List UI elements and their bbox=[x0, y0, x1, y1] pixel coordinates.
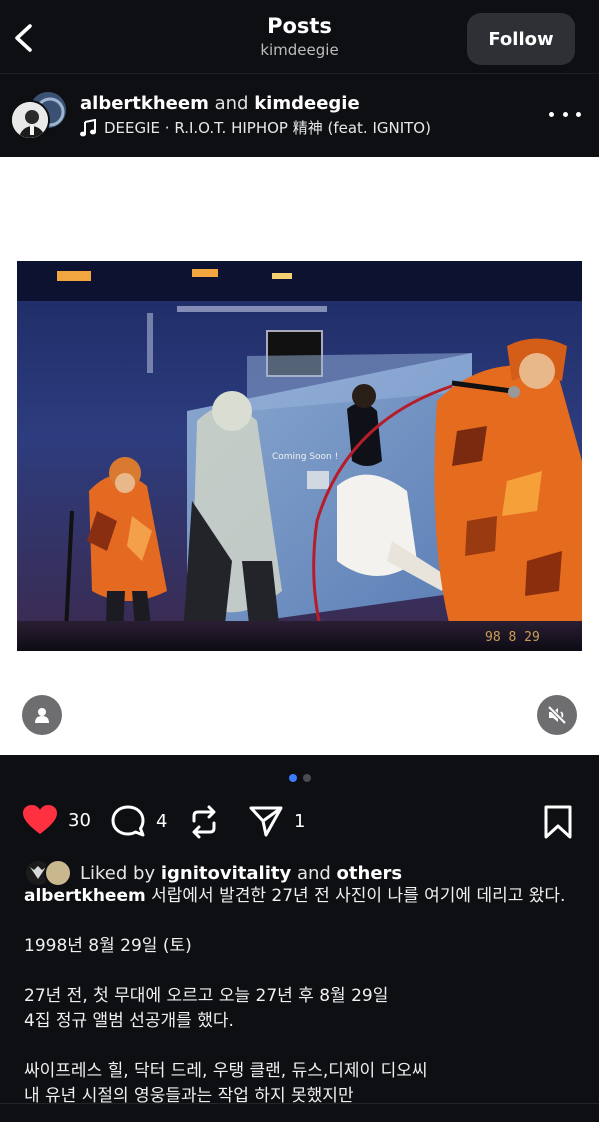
tagged-users-button[interactable] bbox=[22, 695, 62, 735]
liked-by-join: and bbox=[296, 862, 331, 884]
avatar-primary bbox=[10, 100, 50, 140]
author-primary-name[interactable]: albertkheem bbox=[80, 93, 209, 114]
user-tag-icon bbox=[35, 708, 49, 723]
bookmark-button[interactable] bbox=[542, 804, 574, 844]
like-button[interactable]: 30 bbox=[22, 804, 91, 836]
heart-icon bbox=[23, 805, 57, 834]
comment-count: 4 bbox=[156, 810, 168, 832]
caption-line: 내 유년 시절의 영웅들과는 작업 하지 못했지만 bbox=[24, 1086, 354, 1106]
more-icon bbox=[549, 111, 554, 117]
share-button[interactable]: 1 bbox=[248, 804, 305, 838]
caption-line: 1998년 8월 29일 (토) bbox=[24, 936, 192, 956]
follow-button[interactable]: Follow bbox=[467, 13, 575, 65]
mute-button[interactable] bbox=[537, 695, 577, 735]
liked-by-avatars bbox=[24, 859, 74, 887]
music-note-icon bbox=[80, 118, 96, 136]
post-actions: 30 4 1 bbox=[0, 800, 599, 844]
carousel-dot-2 bbox=[302, 774, 311, 782]
author-join: and bbox=[214, 93, 249, 114]
music-info[interactable]: DEEGIE · R.I.O.T. HIPHOP 精神 (feat. IGNIT… bbox=[80, 117, 431, 138]
liked-by-text: Liked by ignitovitality and others bbox=[80, 863, 402, 884]
liked-by-user[interactable]: ignitovitality bbox=[161, 863, 291, 884]
carousel-dot-1 bbox=[288, 774, 297, 782]
author-secondary-name[interactable]: kimdeegie bbox=[254, 93, 359, 114]
repost-icon bbox=[192, 805, 216, 839]
bookmark-icon bbox=[544, 805, 572, 839]
like-count: 30 bbox=[68, 809, 91, 831]
post-caption: albertkheem 서랍에서 발견한 27년 전 사진이 나를 여기에 데리… bbox=[24, 884, 584, 1109]
caption-line bbox=[24, 909, 584, 934]
caption-line bbox=[24, 1034, 584, 1059]
top-bar: Posts kimdeegie Follow bbox=[0, 0, 599, 74]
post-author-row: albertkheem and kimdeegie DEEGIE · R.I.O… bbox=[0, 76, 599, 156]
author-avatars[interactable] bbox=[10, 90, 68, 146]
post-media[interactable]: Coming Soon ! 98 8 29 bbox=[0, 157, 599, 755]
liker-avatar-2 bbox=[44, 859, 72, 887]
volume-mute-icon bbox=[547, 705, 567, 725]
liked-by-prefix: Liked by bbox=[80, 862, 156, 884]
photo-overlay-text: Coming Soon ! bbox=[272, 452, 338, 462]
bottom-divider bbox=[0, 1103, 599, 1104]
caption-line: 4집 정규 앨범 선공개를 했다. bbox=[24, 1011, 234, 1031]
caption-user[interactable]: albertkheem bbox=[24, 886, 146, 906]
caption-line: 싸이프레스 힐, 닥터 드레, 우탱 클랜, 듀스,디제이 디오씨 bbox=[24, 1061, 428, 1081]
share-count: 1 bbox=[294, 810, 306, 832]
repost-button[interactable] bbox=[188, 804, 220, 840]
send-icon bbox=[249, 806, 283, 837]
music-track-label: DEEGIE · R.I.O.T. HIPHOP 精神 (feat. IGNIT… bbox=[104, 119, 431, 137]
caption-first-line: albertkheem 서랍에서 발견한 27년 전 사진이 나를 여기에 데리… bbox=[24, 884, 584, 909]
caption-line: 27년 전, 첫 무대에 오르고 오늘 27년 후 8월 29일 bbox=[24, 986, 389, 1006]
more-options-button[interactable] bbox=[549, 104, 581, 124]
post-authors: albertkheem and kimdeegie bbox=[80, 93, 360, 114]
photo-date-stamp: 98 8 29 bbox=[485, 630, 540, 645]
liked-by-others[interactable]: others bbox=[337, 863, 403, 884]
comment-button[interactable]: 4 bbox=[110, 804, 167, 838]
caption-line bbox=[24, 959, 584, 984]
post-photo: Coming Soon ! 98 8 29 bbox=[17, 261, 582, 651]
caption-first-text: 서랍에서 발견한 27년 전 사진이 나를 여기에 데리고 왔다. bbox=[151, 886, 566, 906]
comment-icon bbox=[111, 805, 145, 837]
carousel-indicator bbox=[0, 774, 599, 782]
